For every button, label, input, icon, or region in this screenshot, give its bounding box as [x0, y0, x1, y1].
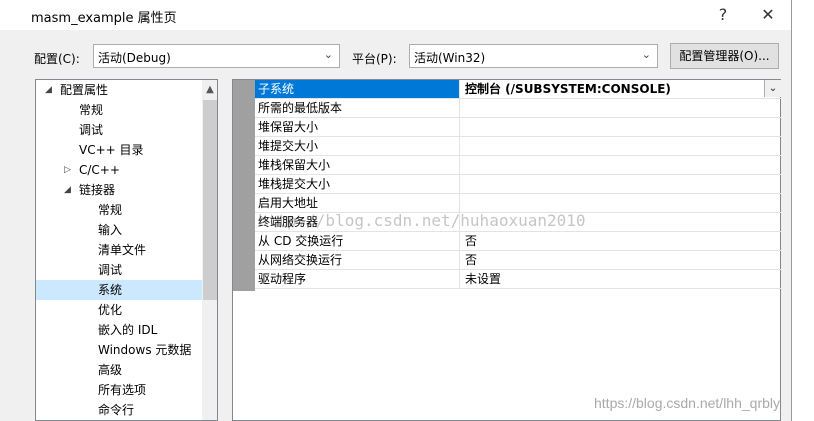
close-button[interactable]: ✕	[753, 4, 783, 26]
property-row[interactable]: 堆保留大小	[255, 118, 781, 137]
property-value[interactable]	[460, 175, 781, 193]
property-row[interactable]: 从网络交换运行否	[255, 251, 781, 270]
tree-item-label: 链接器	[79, 183, 116, 197]
tree-item[interactable]: 系统	[36, 280, 202, 300]
property-row[interactable]: 所需的最低版本	[255, 99, 781, 118]
tree-item-label: 优化	[98, 303, 123, 317]
tree-item-label: 命令行	[98, 403, 135, 417]
chevron-down-icon: ⌄	[323, 48, 333, 61]
tree-item[interactable]: 清单文件	[36, 240, 202, 260]
property-value[interactable]: 否	[460, 251, 781, 269]
tree-item-label: 常规	[79, 103, 104, 117]
tree-item[interactable]: 调试	[36, 120, 202, 140]
tree-item-label: 输入	[98, 223, 123, 237]
tree-item[interactable]: 常规	[36, 100, 202, 120]
property-name: 所需的最低版本	[255, 99, 460, 117]
tree-item-label: 常规	[98, 203, 123, 217]
tree-item-label: 调试	[79, 123, 104, 137]
category-strip	[233, 80, 255, 291]
config-combo-value: 活动(Debug)	[98, 51, 171, 65]
tree-item-label: 所有选项	[98, 383, 147, 397]
property-value[interactable]	[460, 194, 781, 212]
property-value[interactable]	[460, 99, 781, 117]
tree-item[interactable]: 输入	[36, 220, 202, 240]
config-combo[interactable]: 活动(Debug) ⌄	[93, 44, 340, 68]
chevron-down-icon: ⌄	[641, 48, 651, 61]
help-button[interactable]: ?	[708, 4, 738, 26]
watermark: http://blog.csdn.net/huhaoxuan2010	[258, 211, 586, 230]
scroll-up-icon[interactable]: ▲	[202, 80, 217, 100]
property-value[interactable]	[460, 118, 781, 136]
tree-item[interactable]: 调试	[36, 260, 202, 280]
property-grid: 子系统 控制台 (/SUBSYSTEM:CONSOLE) ⌄ 所需的最低版本 堆保留大小…	[232, 79, 781, 421]
property-name: 堆保留大小	[255, 118, 460, 136]
property-row[interactable]: 堆提交大小	[255, 137, 781, 156]
property-value-text: 未设置	[465, 272, 502, 286]
tree-item-label: 系统	[98, 283, 123, 297]
tree-item-label: 清单文件	[98, 243, 147, 257]
title-bar: masm_example 属性页 ? ✕	[0, 0, 792, 30]
property-row[interactable]: 子系统 控制台 (/SUBSYSTEM:CONSOLE) ⌄	[255, 80, 781, 99]
collapse-arrow-icon[interactable]: ◢	[64, 180, 71, 200]
tree-item[interactable]: 嵌入的 IDL	[36, 320, 202, 340]
tree-item-label: 调试	[98, 263, 123, 277]
property-name: 堆栈提交大小	[255, 175, 460, 193]
corner-watermark: https://blog.csdn.net/lhh_qrbly	[594, 395, 781, 411]
expand-arrow-icon[interactable]: ▷	[64, 160, 71, 180]
tree-scrollbar[interactable]: ▲	[202, 80, 217, 420]
tree-item[interactable]: VC++ 目录	[36, 140, 202, 160]
tree-item[interactable]: 所有选项	[36, 380, 202, 400]
property-row[interactable]: 堆栈保留大小	[255, 156, 781, 175]
property-name: 子系统	[255, 80, 460, 98]
property-row[interactable]: 从 CD 交换运行否	[255, 232, 781, 251]
scroll-thumb[interactable]	[203, 100, 217, 300]
tree-item-label: VC++ 目录	[79, 143, 144, 157]
tree-item[interactable]: Windows 元数据	[36, 340, 202, 360]
property-name: 从 CD 交换运行	[255, 232, 460, 250]
platform-combo[interactable]: 活动(Win32) ⌄	[409, 44, 658, 68]
property-row[interactable]: 驱动程序 未设置	[255, 270, 781, 289]
tree-item-label: Windows 元数据	[98, 343, 192, 357]
window-title: masm_example 属性页	[31, 11, 177, 26]
property-value-text: 否	[465, 253, 478, 267]
tree-item-label: 高级	[98, 363, 123, 377]
property-name: 从网络交换运行	[255, 251, 460, 269]
tree-item[interactable]: 命令行	[36, 400, 202, 420]
property-value[interactable]: 未设置	[460, 270, 781, 288]
platform-label: 平台(P):	[352, 52, 397, 66]
property-row[interactable]: 堆栈提交大小	[255, 175, 781, 194]
property-value-text: 否	[465, 234, 478, 248]
property-name: 堆提交大小	[255, 137, 460, 155]
config-manager-button[interactable]: 配置管理器(O)...	[670, 43, 779, 69]
platform-combo-value: 活动(Win32)	[414, 51, 486, 65]
property-pages-dialog: masm_example 属性页 ? ✕ 配置(C): 活动(Debug) ⌄ …	[0, 0, 792, 421]
tree-item[interactable]: 高级	[36, 360, 202, 380]
tree-item-label: 配置属性	[60, 83, 109, 97]
property-value[interactable]	[460, 137, 781, 155]
property-value-text: 控制台 (/SUBSYSTEM:CONSOLE)	[465, 82, 671, 96]
tree-item[interactable]: ◢ 配置属性	[36, 80, 202, 100]
settings-tree: ◢ 配置属性 常规 调试 VC++ 目录 ▷ C/C++ ◢ 链接器 常规 输入 清单文件 调试 系统 优化…	[35, 79, 218, 421]
tree-item[interactable]: 优化	[36, 300, 202, 320]
tree-item[interactable]: 常规	[36, 200, 202, 220]
property-value[interactable]: 控制台 (/SUBSYSTEM:CONSOLE) ⌄	[460, 80, 781, 98]
tree-item-label: 嵌入的 IDL	[98, 323, 158, 337]
tree-item[interactable]: ▷ C/C++	[36, 160, 202, 180]
property-value[interactable]	[460, 156, 781, 174]
config-label: 配置(C):	[34, 52, 80, 66]
collapse-arrow-icon[interactable]: ◢	[45, 80, 52, 100]
tree-item-label: C/C++	[79, 163, 120, 177]
property-name: 驱动程序	[255, 270, 460, 288]
property-name: 启用大地址	[255, 194, 460, 212]
property-name: 堆栈保留大小	[255, 156, 460, 174]
tree-item[interactable]: ◢ 链接器	[36, 180, 202, 200]
property-value[interactable]: 否	[460, 232, 781, 250]
chevron-down-icon[interactable]: ⌄	[764, 80, 781, 97]
desktop-background	[792, 0, 814, 421]
